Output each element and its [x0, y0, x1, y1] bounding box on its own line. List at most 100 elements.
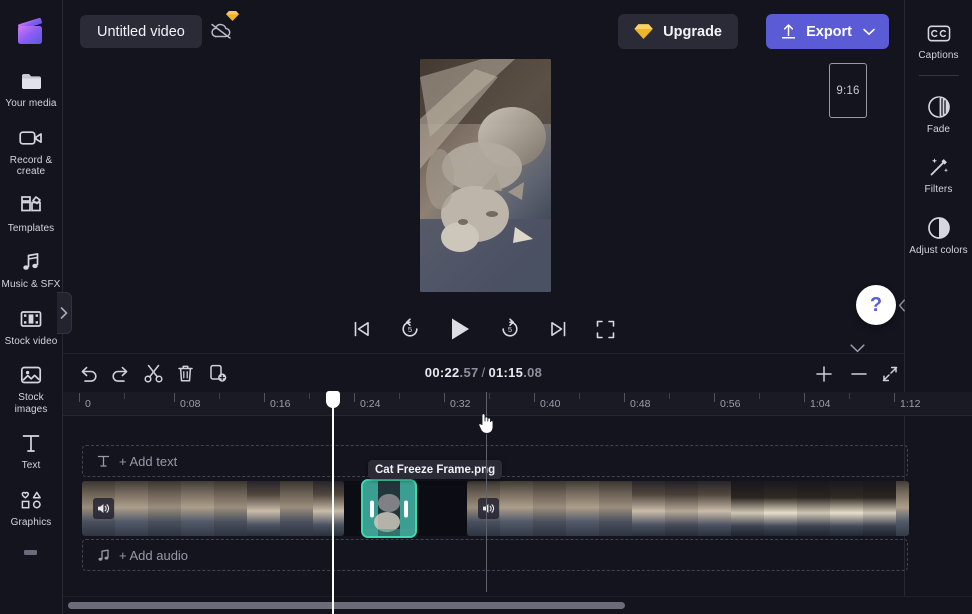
sidebar-item-templates[interactable]: Templates	[0, 185, 63, 242]
sidebar-item-your-media[interactable]: Your media	[0, 60, 63, 117]
fullscreen-button[interactable]	[593, 316, 619, 342]
sidebar-item-text[interactable]: Text	[0, 422, 63, 479]
closed-captions-icon	[927, 21, 951, 45]
chevron-down-icon	[850, 344, 865, 353]
clapperboard-logo[interactable]	[14, 12, 48, 50]
rewind-5s-button[interactable]: 5	[397, 316, 423, 342]
music-note-icon	[97, 548, 110, 562]
ruler-label: 0:40	[540, 398, 560, 410]
sidebar-label: Stock images	[2, 392, 61, 415]
trim-handle-left[interactable]	[370, 500, 374, 517]
sidebar-item-graphics[interactable]: Graphics	[0, 479, 63, 536]
folder-icon	[19, 69, 43, 93]
scrollbar-thumb[interactable]	[68, 602, 625, 609]
total-time-frames: .08	[523, 365, 542, 380]
sidebar-item-music-sfx[interactable]: Music & SFX	[0, 241, 63, 298]
text-t-icon	[19, 431, 43, 455]
sidebar-item-stock-video[interactable]: Stock video	[0, 298, 63, 355]
play-button[interactable]	[445, 314, 475, 344]
timecode-separator: /	[482, 365, 486, 380]
right-item-captions[interactable]: Captions	[905, 10, 972, 71]
chevron-right-icon	[60, 307, 68, 319]
right-item-fade[interactable]: Fade	[905, 84, 972, 145]
panel-collapse-button[interactable]	[895, 285, 909, 325]
speaker-icon	[97, 502, 110, 515]
shapes-icon	[19, 488, 43, 512]
ruler-label: 0:48	[630, 398, 650, 410]
diamond-icon	[634, 23, 653, 40]
right-item-filters[interactable]: Filters	[905, 144, 972, 205]
sidebar-label: Graphics	[11, 517, 52, 529]
aspect-ratio-badge[interactable]: 9:16	[829, 63, 867, 118]
total-time: 01:15	[488, 365, 523, 380]
magic-wand-icon	[927, 155, 951, 179]
clipchamp-editor-window: Your media Record & create Templates Mus…	[0, 0, 972, 614]
sidebar-item-stock-images[interactable]: Stock images	[0, 354, 63, 422]
fit-to-screen-button[interactable]	[878, 362, 902, 385]
more-icon	[19, 541, 43, 565]
timeline-ruler[interactable]: 0 0:08 0:16 0:24 0:32 0:40 0:48 0:56 1:0…	[63, 392, 972, 416]
trim-handle-right[interactable]	[404, 500, 408, 517]
ruler-label: 0:08	[180, 398, 200, 410]
upgrade-button[interactable]: Upgrade	[618, 14, 738, 49]
video-clip-2[interactable]	[467, 481, 909, 536]
playhead[interactable]	[332, 392, 334, 614]
ruler-label: 0	[85, 398, 91, 410]
project-title-input[interactable]: Untitled video	[80, 15, 202, 48]
speaker-icon	[482, 502, 495, 515]
ruler-label: 1:12	[900, 398, 920, 410]
add-audio-track[interactable]: + Add audio	[82, 539, 908, 571]
current-time: 00:22	[425, 365, 460, 380]
zoom-out-button[interactable]	[847, 362, 871, 385]
right-item-label: Fade	[927, 124, 950, 136]
video-clip-1[interactable]	[82, 481, 344, 536]
fit-to-screen-icon	[881, 365, 899, 383]
help-button[interactable]: ?	[856, 285, 896, 325]
upload-arrow-icon	[780, 23, 797, 40]
svg-text:5: 5	[507, 325, 511, 334]
freeze-frame-clip[interactable]	[361, 479, 417, 538]
export-button-label: Export	[806, 24, 852, 40]
right-item-label: Adjust colors	[909, 245, 968, 257]
ruler-label: 0:32	[450, 398, 470, 410]
add-text-label: + Add text	[119, 454, 177, 469]
ruler-label: 0:24	[360, 398, 380, 410]
half-circle-icon	[927, 216, 951, 240]
right-item-label: Captions	[918, 50, 958, 62]
clip-tooltip: Cat Freeze Frame.png	[368, 460, 502, 479]
playhead-handle[interactable]	[326, 391, 340, 408]
right-item-label: Filters	[925, 184, 953, 196]
clip-volume-button[interactable]	[93, 498, 114, 519]
sidebar-expand-button[interactable]	[57, 292, 72, 334]
mouse-cursor-pointer	[478, 412, 494, 434]
skip-to-start-button[interactable]	[349, 316, 375, 342]
text-t-icon	[97, 454, 110, 468]
clip-tooltip-label: Cat Freeze Frame.png	[375, 464, 495, 476]
right-item-adjust-colors[interactable]: Adjust colors	[905, 205, 972, 266]
sidebar-item-overflow[interactable]	[0, 535, 63, 572]
clip-volume-button[interactable]	[478, 498, 499, 519]
video-preview[interactable]	[420, 59, 551, 292]
minus-icon	[850, 365, 868, 383]
forward-5s-button[interactable]: 5	[497, 316, 523, 342]
sidebar-label: Stock video	[5, 336, 58, 348]
chevron-down-icon	[863, 28, 875, 36]
skip-to-end-button[interactable]	[545, 316, 571, 342]
sidebar-label: Templates	[8, 223, 54, 235]
filmstrip-thumbnails	[467, 481, 909, 536]
top-toolbar: Untitled video Upgrade Export	[63, 0, 904, 63]
ruler-label: 0:16	[270, 398, 290, 410]
image-icon	[19, 363, 43, 387]
video-camera-icon	[19, 126, 43, 150]
diamond-icon	[226, 10, 239, 23]
sidebar-item-record-create[interactable]: Record & create	[0, 117, 63, 185]
zoom-in-button[interactable]	[812, 362, 836, 385]
timeline-horizontal-scrollbar[interactable]	[63, 596, 972, 614]
svg-text:5: 5	[407, 325, 411, 334]
left-sidebar: Your media Record & create Templates Mus…	[0, 0, 63, 614]
export-button[interactable]: Export	[766, 14, 889, 49]
templates-grid-icon	[19, 194, 43, 218]
preview-cat-image	[420, 59, 551, 292]
player-controls: 5 5	[63, 309, 904, 349]
aspect-ratio-label: 9:16	[836, 85, 859, 97]
